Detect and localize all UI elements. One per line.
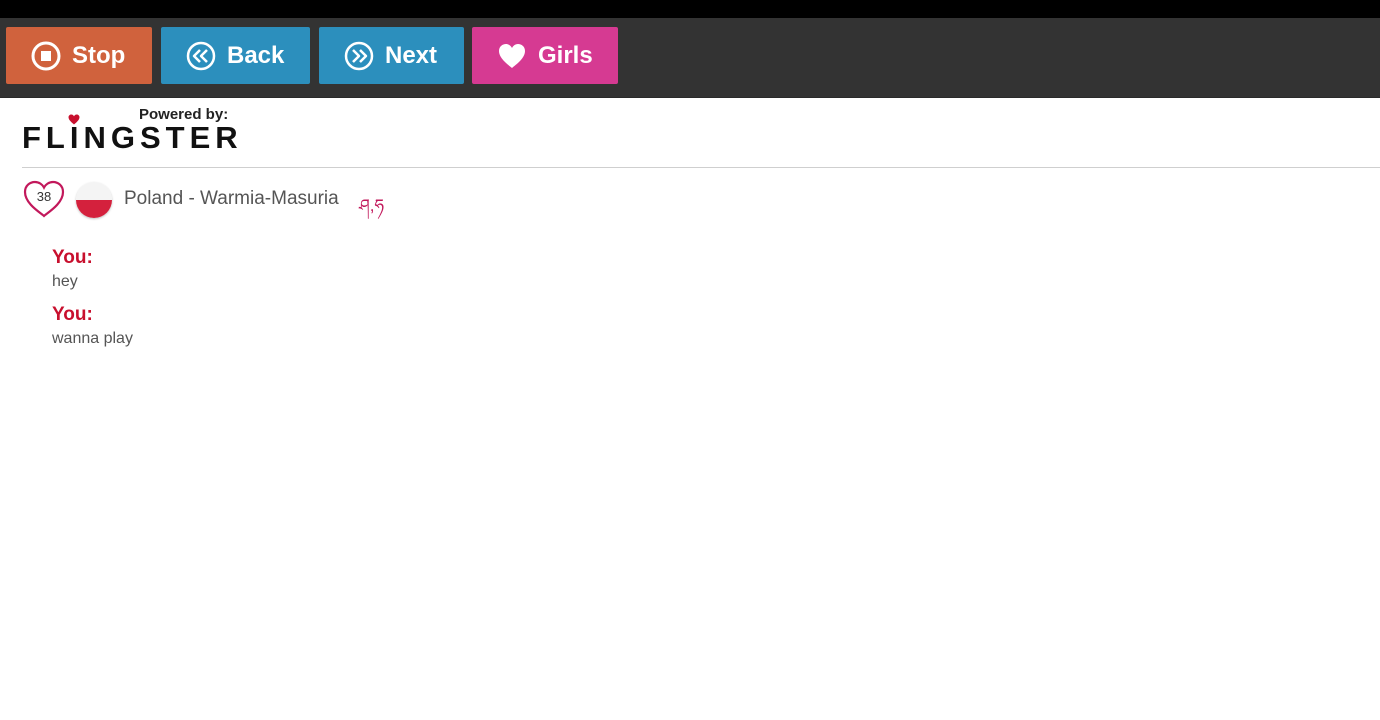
logo-wordmark: FLINGSTER — [22, 120, 243, 155]
next-button[interactable]: Next — [319, 27, 464, 84]
flingster-logo[interactable]: Powered by: FLINGSTER — [22, 106, 262, 156]
chat-log: You: hey You: wanna play — [52, 246, 752, 360]
stop-button[interactable]: Stop — [6, 27, 152, 84]
chat-message: You: hey — [52, 246, 752, 294]
message-text: hey — [52, 273, 78, 290]
message-sender: You: — [52, 304, 93, 325]
fast-forward-icon — [343, 40, 375, 72]
rewind-icon — [185, 40, 217, 72]
heart-icon — [496, 40, 528, 72]
stop-icon — [30, 40, 62, 72]
girls-button[interactable]: Girls — [472, 27, 618, 84]
stop-label: Stop — [72, 41, 126, 69]
next-label: Next — [385, 41, 438, 69]
girls-label: Girls — [538, 41, 593, 69]
poland-flag-icon — [76, 182, 112, 218]
toolbar: Stop Back Next Girls — [0, 18, 1380, 98]
language-glyph: ཤ,ཧ — [359, 196, 385, 215]
top-strip — [0, 0, 1380, 18]
back-label: Back — [227, 41, 285, 69]
back-button[interactable]: Back — [161, 27, 310, 84]
chat-message: You: wanna play — [52, 303, 752, 351]
message-sender: You: — [52, 247, 93, 268]
partner-info: 38 Poland - Warmia-Masuria ཤ,ཧ — [22, 179, 522, 219]
logo-heart-icon — [68, 112, 80, 130]
partner-location: Poland - Warmia-Masuria — [124, 188, 339, 209]
partner-age: 38 — [36, 189, 52, 204]
header-divider — [22, 167, 1380, 168]
message-text: wanna play — [52, 330, 133, 347]
